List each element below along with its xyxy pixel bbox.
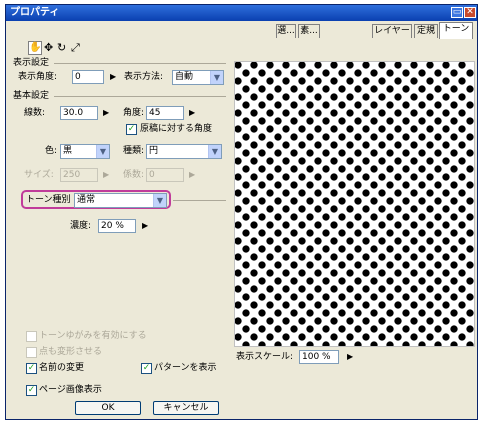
relative-angle-label: 原稿に対する角度 — [140, 124, 213, 134]
dot-deform-label: 点も変形させる — [39, 347, 103, 357]
tab-tone[interactable]: トーン — [439, 22, 473, 39]
name-change-checkbox[interactable]: ✓ — [26, 363, 37, 374]
right-arrow-icon[interactable]: ▶ — [103, 169, 109, 181]
divider — [54, 63, 226, 64]
tone-type-select[interactable]: 通常 ▼ — [74, 193, 167, 208]
distortion-label: トーンゆがみを有効にする — [39, 331, 147, 341]
lines-label: 線数: — [24, 108, 46, 118]
density-input[interactable]: 20 % — [98, 219, 136, 233]
divider — [173, 200, 226, 201]
right-arrow-icon[interactable]: ▶ — [189, 107, 195, 119]
name-change-label: 名前の変更 — [39, 363, 85, 373]
page-image-checkbox[interactable]: ✓ — [26, 385, 37, 396]
close-button[interactable]: ✕ — [464, 7, 476, 18]
type-label: 種類: — [123, 146, 145, 156]
right-arrow-icon[interactable]: ▶ — [347, 351, 353, 363]
cancel-button[interactable]: キャンセル — [153, 401, 219, 415]
basic-settings-label: 基本設定 — [13, 91, 50, 101]
restore-button[interactable]: ▭ — [451, 7, 463, 18]
display-method-select[interactable]: 自動 ▼ — [172, 70, 224, 85]
right-arrow-icon[interactable]: ▶ — [189, 169, 195, 181]
title-bar: プロパティ ▭ ✕ — [6, 5, 477, 21]
show-pattern-label: パターンを表示 — [154, 363, 217, 373]
properties-window: プロパティ ▭ ✕ 選... 素... レイヤー 定規 トーン ✋ ✥ ↻ ⤢ … — [5, 4, 478, 420]
ok-button[interactable]: OK — [75, 401, 141, 415]
type-value: 円 — [149, 146, 159, 156]
show-pattern-checkbox[interactable]: ✓ — [141, 363, 152, 374]
page-image-label: ページ画像表示 — [39, 385, 102, 395]
display-angle-label: 表示角度: — [18, 72, 58, 82]
hand-icon[interactable]: ✋ — [28, 41, 42, 55]
display-method-label: 表示方法: — [124, 72, 164, 82]
tab-material[interactable]: 素... — [298, 24, 320, 38]
dot-deform-checkbox[interactable] — [26, 347, 37, 358]
tone-preview — [234, 61, 475, 347]
tone-type-label: トーン種別 — [26, 195, 71, 205]
color-select[interactable]: 黒 ▼ — [60, 144, 110, 159]
color-label: 色: — [45, 146, 58, 156]
size-input[interactable]: 250 — [60, 168, 98, 182]
display-angle-input[interactable]: 0 — [72, 70, 104, 84]
chevron-down-icon[interactable]: ▼ — [96, 145, 109, 158]
display-method-value: 自動 — [175, 72, 194, 82]
angle-input[interactable]: 45 — [146, 106, 184, 120]
right-arrow-icon[interactable]: ▶ — [103, 107, 109, 119]
density-label: 濃度: — [70, 221, 92, 231]
type-select[interactable]: 円 ▼ — [146, 144, 222, 159]
size-label: サイズ: — [24, 170, 54, 180]
lines-input[interactable]: 30.0 — [60, 106, 98, 120]
display-scale-input[interactable]: 100 % — [299, 350, 339, 364]
tab-ruler[interactable]: 定規 — [414, 24, 438, 38]
tab-layer[interactable]: レイヤー — [372, 24, 412, 38]
chevron-down-icon[interactable]: ▼ — [153, 194, 166, 207]
coefficient-label: 係数: — [123, 170, 145, 180]
tab-selection[interactable]: 選... — [276, 24, 296, 38]
angle-label: 角度: — [123, 108, 145, 118]
tone-type-value: 通常 — [77, 195, 96, 205]
right-arrow-icon[interactable]: ▶ — [110, 71, 116, 83]
scale-icon[interactable]: ⤢ — [71, 41, 80, 55]
window-title: プロパティ — [10, 7, 60, 18]
rotate-icon[interactable]: ↻ — [57, 41, 66, 55]
move-icon[interactable]: ✥ — [44, 41, 53, 55]
display-settings-label: 表示設定 — [13, 58, 50, 68]
right-arrow-icon[interactable]: ▶ — [142, 220, 148, 232]
divider — [54, 96, 226, 97]
color-value: 黒 — [63, 146, 73, 156]
coefficient-input[interactable]: 0 — [146, 168, 184, 182]
chevron-down-icon[interactable]: ▼ — [210, 71, 223, 84]
chevron-down-icon[interactable]: ▼ — [208, 145, 221, 158]
display-scale-label: 表示スケール: — [236, 352, 294, 362]
relative-angle-checkbox[interactable]: ✓ — [126, 124, 137, 135]
distortion-checkbox[interactable] — [26, 331, 37, 342]
